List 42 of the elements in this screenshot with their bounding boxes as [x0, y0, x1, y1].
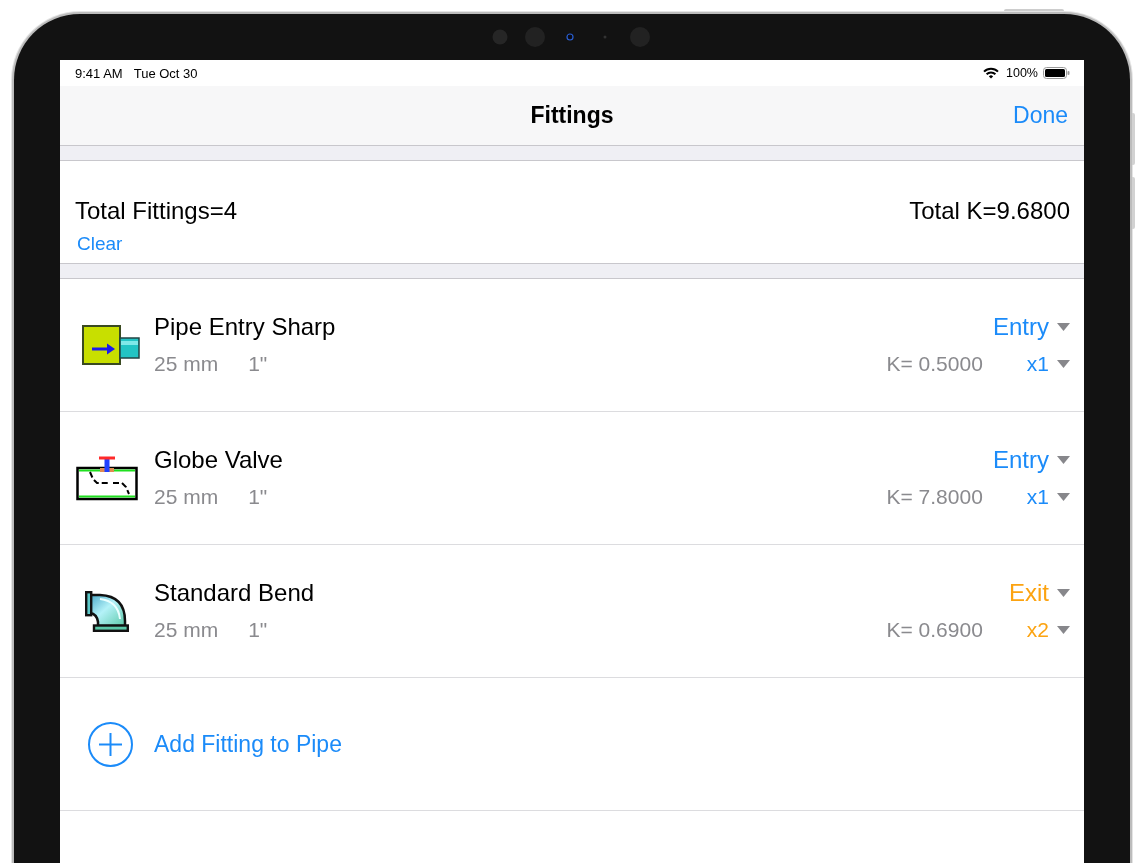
battery-percent: 100%	[1006, 66, 1038, 80]
wifi-icon	[983, 67, 999, 79]
k-value: K= 0.6900	[886, 617, 983, 643]
position-dropdown[interactable]: Entry	[993, 446, 1070, 474]
size-metric: 25 mm	[154, 484, 219, 510]
battery-icon	[1043, 67, 1070, 79]
pipe-inlet-icon	[82, 325, 140, 365]
size-inch: 1"	[248, 617, 268, 643]
fitting-name: Standard Bend	[154, 579, 315, 607]
fitting-name: Globe Valve	[154, 446, 283, 474]
clear-button[interactable]: Clear	[77, 233, 123, 255]
size-metric: 25 mm	[154, 351, 219, 377]
size-inch: 1"	[248, 351, 268, 377]
fitting-name: Pipe Entry Sharp	[154, 313, 336, 341]
quantity-dropdown[interactable]: x2	[1026, 617, 1070, 643]
frame-side-bump	[1132, 177, 1135, 229]
position-dropdown[interactable]: Exit	[1009, 579, 1070, 607]
nav-title: Fittings	[530, 102, 614, 129]
add-fitting-button[interactable]: Add Fitting to Pipe	[88, 721, 342, 767]
status-date: Tue Oct 30	[133, 65, 198, 81]
k-value: K= 0.5000	[886, 351, 983, 377]
caret-icon	[1057, 626, 1070, 634]
total-k-text: Total K=9.6800	[909, 197, 1070, 225]
quantity-dropdown[interactable]: x1	[1026, 351, 1070, 377]
caret-icon	[1057, 456, 1070, 464]
position-dropdown[interactable]: Entry	[993, 313, 1070, 341]
front-camera-icon	[492, 26, 652, 48]
caret-icon	[1057, 493, 1070, 501]
total-fittings-text: Total Fittings=4	[75, 197, 238, 225]
plus-circle-icon	[88, 721, 133, 767]
done-button[interactable]: Done	[1013, 102, 1068, 129]
valve-icon	[76, 455, 138, 501]
caret-icon	[1057, 589, 1070, 597]
k-value: K= 7.8000	[886, 484, 983, 510]
caret-icon	[1057, 360, 1070, 368]
size-metric: 25 mm	[154, 617, 219, 643]
size-inch: 1"	[248, 484, 268, 510]
elbow-pipe-icon	[85, 590, 129, 632]
frame-side-bump	[1132, 113, 1135, 165]
quantity-dropdown[interactable]: x1	[1026, 484, 1070, 510]
status-time: 9:41 AM	[75, 65, 123, 81]
caret-icon	[1057, 323, 1070, 331]
